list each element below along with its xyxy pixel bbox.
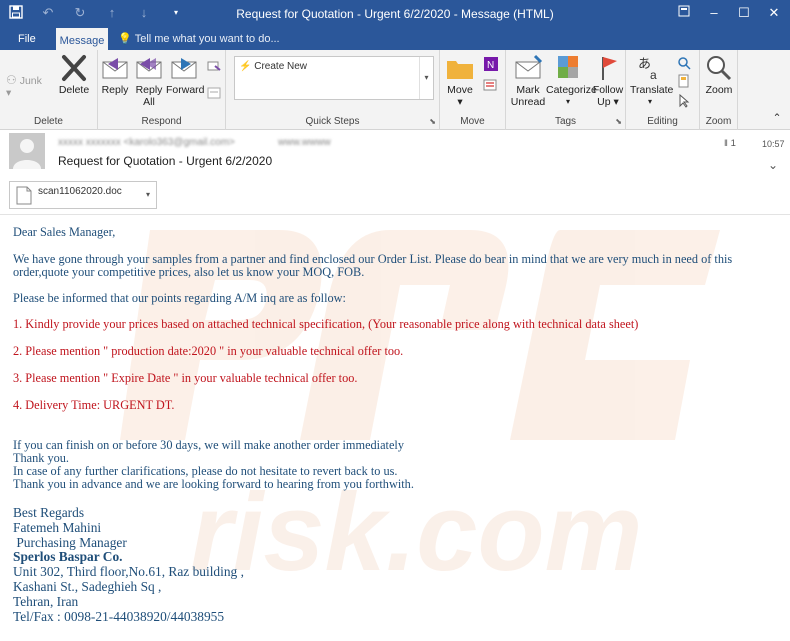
paragraph-1-line-2: order,quote your competitive prices, als… [13, 265, 365, 279]
envelope-unread-icon [513, 54, 543, 82]
move-group: Move ▾ N Move [440, 50, 506, 130]
reply-all-button[interactable]: Reply All [134, 54, 164, 108]
attachment-filename: scan11062020.doc [38, 186, 122, 197]
attachment-item[interactable]: scan11062020.doc ▾ [9, 181, 157, 209]
onenote-icon[interactable]: N [482, 56, 500, 75]
minimize-icon[interactable]: – [704, 4, 724, 22]
actions-icon[interactable] [482, 78, 500, 95]
related-icon[interactable] [674, 74, 694, 91]
svg-text:a: a [650, 68, 657, 82]
svg-text:N: N [487, 60, 494, 71]
magnifier-icon [704, 54, 734, 82]
signature-address-3: Tehran, Iran [13, 593, 79, 609]
signature-title: Purchasing Manager [13, 534, 127, 550]
more-respond-icon[interactable] [206, 60, 222, 77]
junk-button[interactable]: ⚇ Junk ▾ [6, 74, 50, 99]
collapse-ribbon-icon[interactable]: ⌃ [770, 112, 784, 124]
forward-button[interactable]: Forward [166, 54, 205, 96]
respond-group: Reply Reply All Forward Respond [98, 50, 226, 130]
maximize-icon[interactable]: ☐ [734, 4, 754, 22]
zoom-group: Zoom Zoom [700, 50, 738, 130]
signature-regards: Best Regards [13, 505, 85, 520]
reply-icon [100, 54, 130, 82]
avatar [9, 133, 45, 169]
delete-group-label: Delete [34, 116, 63, 127]
signature-address-1: Unit 302, Third floor,No.61, Raz buildin… [13, 564, 244, 580]
find-icon[interactable] [674, 56, 694, 73]
categorize-icon [553, 54, 583, 82]
delete-group: ⚇ Junk ▾ Delete Delete [0, 50, 98, 130]
document-icon [16, 186, 32, 205]
list-item-4: 4. Delivery Time: URGENT DT. [13, 398, 175, 412]
tags-group-label: Tags [554, 116, 577, 127]
closing-line-1: If you can finish on or before 30 days, … [13, 438, 404, 452]
create-new-quick-step[interactable]: ⚡ Create New [239, 61, 307, 72]
junk-icon: ⚇ [6, 73, 17, 87]
closing-line-4: Thank you in advance and we are looking … [13, 477, 414, 491]
quick-steps-group-label: Quick Steps [305, 116, 360, 127]
tell-me-text: Tell me what you want to do... [134, 33, 280, 45]
tags-launcher-icon[interactable]: ⬊ [615, 117, 622, 126]
categorize-button[interactable]: Categorize ▾ [546, 54, 597, 108]
expand-header-chevron-icon[interactable]: ⌄ [768, 158, 778, 172]
ribbon-display-options-icon[interactable] [674, 4, 694, 22]
lightning-icon: ⚡ [239, 61, 252, 72]
zoom-group-label: Zoom [705, 116, 732, 127]
tab-file[interactable]: File [18, 28, 36, 50]
signature-company: Sperlos Baspar Co. [13, 549, 123, 565]
reply-button[interactable]: Reply [100, 54, 130, 96]
quick-steps-launcher-icon[interactable]: ⬊ [429, 117, 436, 126]
message-time: 10:57 [762, 139, 785, 149]
recipient[interactable]: www.wwww [278, 137, 331, 148]
ribbon: ⚇ Junk ▾ Delete Delete Reply Reply All F… [0, 50, 790, 130]
translate-icon: あa [635, 54, 665, 82]
meeting-reply-icon[interactable] [206, 86, 222, 103]
editing-group-label: Editing [647, 116, 678, 127]
tell-me-search[interactable]: 💡 Tell me what you want to do... [118, 28, 280, 50]
sender[interactable]: xxxxx xxxxxxx <karolo363@gmail.com> [58, 137, 235, 148]
list-item-3: 3. Please mention " Expire Date " in you… [13, 371, 358, 385]
quick-steps-scroll[interactable]: ▾ [419, 57, 433, 99]
reply-all-icon [134, 54, 164, 82]
tab-message[interactable]: Message [56, 28, 108, 50]
zoom-button[interactable]: Zoom [703, 54, 735, 96]
signature-tel: Tel/Fax : 0098-21-44038920/44038955 [13, 608, 225, 624]
move-group-label: Move [460, 116, 485, 127]
paperclip-icon: ‖ [724, 138, 728, 149]
ribbon-tabs: File Message 💡 Tell me what you want to d… [0, 28, 790, 50]
attachment-dropdown-icon[interactable]: ▾ [146, 190, 150, 199]
message-body: Dear Sales Manager, We have gone through… [13, 226, 778, 491]
tags-group: Mark Unread Categorize ▾ Follow Up ▾ Tag… [506, 50, 626, 130]
message-subject: Request for Quotation - Urgent 6/2/2020 [58, 154, 273, 168]
delete-x-icon [59, 54, 89, 82]
close-icon[interactable]: ✕ [764, 4, 784, 22]
title-bar: ↶ ↻ ↑ ↓ ▾ Request for Quotation - Urgent… [0, 0, 790, 28]
lightbulb-icon: 💡 [118, 33, 132, 45]
forward-icon [169, 54, 199, 82]
list-item-2: 2. Please mention " production date:2020… [13, 344, 404, 358]
signature: Best Regards Fatemeh Mahini Purchasing M… [13, 505, 244, 624]
header-divider [0, 214, 790, 215]
delete-button[interactable]: Delete [56, 54, 92, 96]
quick-steps-gallery[interactable]: ⚡ Create New ▾ [234, 56, 434, 100]
select-icon[interactable] [674, 93, 694, 111]
folder-icon [445, 54, 475, 82]
editing-group: あa Translate ▾ Editing [626, 50, 700, 130]
window-title: Request for Quotation - Urgent 6/2/2020 … [236, 7, 554, 21]
signature-name: Fatemeh Mahini [13, 519, 102, 535]
move-button[interactable]: Move ▾ [444, 54, 476, 108]
translate-button[interactable]: あa Translate ▾ [630, 54, 673, 108]
mark-unread-button[interactable]: Mark Unread [508, 54, 548, 108]
paragraph-2: Please be informed that our points regar… [13, 291, 346, 305]
greeting: Dear Sales Manager, [13, 225, 116, 239]
follow-up-button[interactable]: Follow Up ▾ [592, 54, 624, 108]
attachment-count: ‖ 1 [724, 138, 736, 149]
list-item-1: 1. Kindly provide your prices based on a… [13, 317, 639, 331]
respond-group-label: Respond [141, 116, 182, 127]
signature-address-2: Kashani St., Sadeghieh Sq , [13, 578, 162, 594]
flag-icon [593, 54, 623, 82]
